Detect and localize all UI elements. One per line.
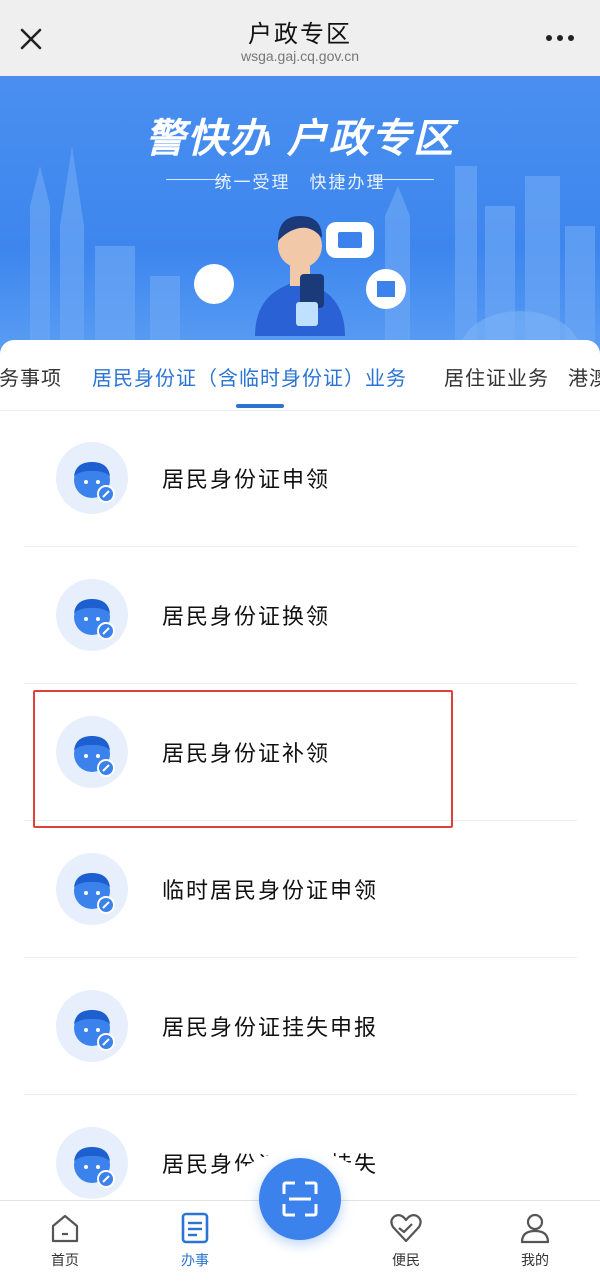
nav-convenience[interactable]: 便民 — [366, 1204, 446, 1270]
id-card-bubble — [326, 222, 374, 258]
list-item[interactable]: 居民身份证换领 — [24, 547, 577, 684]
more-icon[interactable] — [544, 30, 576, 46]
tab-service-items[interactable]: 服务事项 — [0, 362, 62, 391]
nav-affairs[interactable]: 办事 — [155, 1204, 235, 1270]
nav-home[interactable]: 首页 — [25, 1204, 105, 1270]
face-edit-icon — [56, 1127, 128, 1199]
list-item-label: 居民身份证申领 — [162, 468, 331, 493]
scan-button[interactable] — [259, 1158, 341, 1240]
nav-convenience-label: 便民 — [392, 1253, 420, 1269]
page-title: 户政专区 — [248, 20, 352, 48]
home-icon — [51, 1214, 79, 1243]
tab-hk-macau[interactable]: 港澳 — [568, 362, 600, 391]
banner-slogan: 统一受理 快捷办理 — [214, 173, 386, 193]
hero-banner: 警快办 户政专区 统一受理 快捷办理 — [0, 76, 600, 366]
user-icon — [520, 1213, 550, 1244]
tab-residence-permit[interactable]: 居住证业务 — [444, 362, 549, 391]
category-tabs: 服务事项 居民身份证（含临时身份证）业务 居住证业务 港澳 — [0, 340, 600, 411]
face-edit-icon — [56, 990, 128, 1062]
list-item-label: 居民身份证换领 — [162, 605, 331, 630]
face-badge-icon — [194, 264, 234, 304]
nav-home-label: 首页 — [51, 1253, 79, 1269]
top-bar: 户政专区 wsga.gaj.cq.gov.cn — [0, 0, 600, 76]
list-item[interactable]: 居民身份证挂失申报 — [24, 958, 577, 1095]
scan-icon — [282, 1181, 318, 1217]
face-edit-icon — [56, 442, 128, 514]
banner-logo: 警快办 户政专区 — [145, 116, 455, 162]
list-item[interactable]: 临时居民身份证申领 — [24, 821, 577, 958]
tab-id-card[interactable]: 居民身份证（含临时身份证）业务 — [92, 362, 407, 391]
slogan-divider-right — [374, 179, 434, 180]
nav-affairs-label: 办事 — [181, 1253, 209, 1269]
heart-icon — [390, 1214, 422, 1243]
list-item-label: 居民身份证挂失申报 — [162, 1016, 379, 1041]
nav-mine[interactable]: 我的 — [495, 1204, 575, 1270]
nav-mine-label: 我的 — [521, 1253, 549, 1269]
face-edit-icon — [56, 579, 128, 651]
highlight-box — [33, 690, 453, 828]
page-url: wsga.gaj.cq.gov.cn — [240, 48, 360, 64]
list-item-label: 临时居民身份证申领 — [162, 879, 379, 904]
active-tab-indicator — [236, 404, 284, 408]
document-icon — [181, 1212, 209, 1244]
face-edit-icon — [56, 853, 128, 925]
list-item[interactable]: 居民身份证申领 — [24, 410, 577, 547]
